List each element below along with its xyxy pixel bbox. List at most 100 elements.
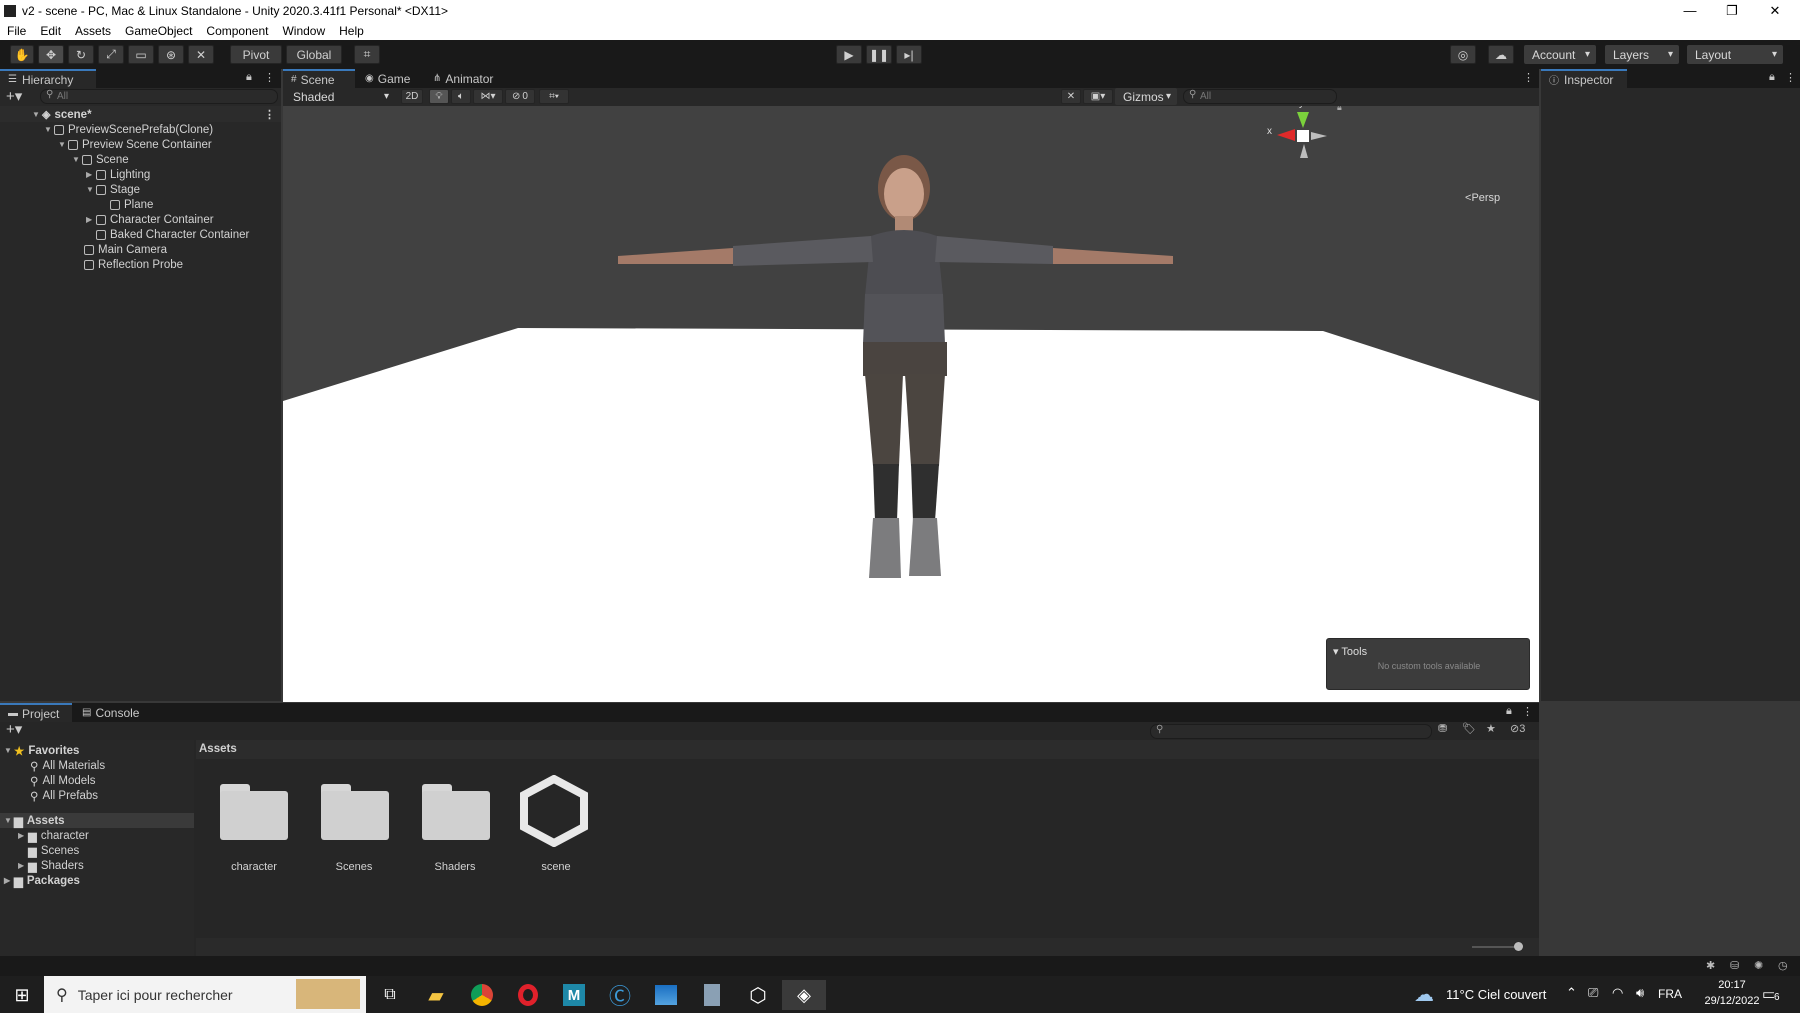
kebab-menu-icon[interactable]: ⋮ [1785,71,1796,84]
unity-hub-icon[interactable]: ⬡ [736,980,780,1010]
packages-folder[interactable]: ▶ ▆ Packages [4,873,80,888]
auto-generate-icon[interactable]: ◷ [1778,959,1788,972]
tab-inspector[interactable]: ⓘ Inspector [1541,69,1627,88]
add-button-icon[interactable]: +▾ [6,87,22,105]
layers-dropdown[interactable]: Layers [1605,45,1679,64]
create-button-icon[interactable]: +▾ [6,720,22,738]
hierarchy-item-baked-character-container[interactable]: Baked Character Container [0,227,280,242]
menu-assets[interactable]: Assets [68,24,118,38]
kebab-menu-icon[interactable]: ⋮ [264,71,275,84]
favorite-item-all-models[interactable]: ⚲ All Models [30,773,96,788]
tray-chevron-icon[interactable]: ⌃ [1566,985,1577,1001]
expand-arrow-icon[interactable]: ▼ [4,816,14,825]
m-app-icon[interactable]: M [552,980,596,1010]
tab-game[interactable]: ◉ Game [357,69,423,88]
hierarchy-item-scene-object[interactable]: ▼ Scene [0,152,280,167]
menu-file[interactable]: File [0,24,33,38]
asset-label-character[interactable]: character [204,861,304,873]
unity-scene-asset-icon[interactable] [518,775,590,847]
orientation-gizmo[interactable]: y x 🔒︎ [1267,106,1363,186]
layout-dropdown[interactable]: Layout [1687,45,1783,64]
windows-start-icon[interactable]: ⊞ [0,980,44,1010]
database-icon[interactable]: ⛁ [1730,959,1739,972]
gizmo-x-axis[interactable] [1277,129,1295,141]
hierarchy-item-scene[interactable]: ▼ ◈ scene* ⋮ [0,107,280,122]
zoom-slider-track[interactable] [1472,946,1516,948]
scene-kebab-icon[interactable]: ⋮ [264,108,275,121]
assets-folder-root[interactable]: ▼ ▆ Assets [4,813,65,828]
calculator-icon[interactable] [690,980,734,1010]
collapse-arrow-icon[interactable]: ▶ [86,170,96,179]
file-explorer-icon[interactable]: ▰ [414,980,458,1010]
perspective-label[interactable]: <Persp [1465,192,1500,204]
hierarchy-item-plane[interactable]: Plane [0,197,280,212]
c-app-icon[interactable]: Ⓒ [598,980,642,1010]
scale-tool-icon[interactable]: ⤢ [98,45,124,64]
assets-folder-shaders[interactable]: ▶ ▆ Shaders [18,858,84,873]
menu-window[interactable]: Window [275,24,332,38]
snap-grid-icon[interactable]: ⌗ [354,45,380,64]
wifi-icon[interactable]: ◠ [1612,985,1623,1001]
hierarchy-item-character-container[interactable]: ▶ Character Container [0,212,280,227]
hierarchy-search-input[interactable]: All [40,89,278,104]
cloud-icon[interactable]: ☁ [1488,45,1514,64]
expand-arrow-icon[interactable]: ▼ [4,746,14,755]
pause-button-icon[interactable]: ❚❚ [866,45,892,64]
asset-folder-icon-shaders[interactable] [422,784,490,840]
favorite-star-icon[interactable]: ★ [1486,722,1496,735]
tab-console[interactable]: ▤ Console [74,703,154,722]
scene-viewport[interactable]: y x 🔒︎ <Persp ▾ Tools No custom tools av… [283,106,1539,702]
asset-label-shaders[interactable]: Shaders [405,861,505,873]
lock-icon[interactable]: 🔒︎ [246,71,252,84]
hierarchy-item-preview-scene-container[interactable]: ▼ Preview Scene Container [0,137,280,152]
scene-kebab-icon[interactable]: ⋮ [1523,71,1534,84]
hierarchy-item-main-camera[interactable]: Main Camera [0,242,280,257]
kebab-menu-icon[interactable]: ⋮ [1522,705,1533,718]
effects-dropdown-icon[interactable]: ⋈▾ [473,89,503,104]
scene-search-input[interactable]: All [1183,89,1337,104]
expand-arrow-icon[interactable]: ▼ [58,140,68,149]
hierarchy-item-lighting[interactable]: ▶ Lighting [0,167,280,182]
expand-arrow-icon[interactable]: ▼ [44,125,54,134]
asset-folder-icon-character[interactable] [220,784,288,840]
play-button-icon[interactable]: ▶ [836,45,862,64]
close-button[interactable]: ✕ [1755,0,1795,21]
camera-dropdown-icon[interactable]: ▣▾ [1083,89,1113,104]
pivot-toggle[interactable]: Pivot [230,45,282,64]
hidden-packages-icon[interactable]: ⊘3 [1510,722,1525,735]
2d-toggle[interactable]: 2D [401,89,423,104]
assets-folder-character[interactable]: ▶ ▆ character [18,828,89,843]
asset-label-scene[interactable]: scene [506,861,606,873]
expand-arrow-icon[interactable]: ▼ [86,185,96,194]
lighting-progress-icon[interactable]: ✺ [1754,959,1763,972]
collapse-arrow-icon[interactable]: ▶ [4,876,14,885]
rect-tool-icon[interactable]: ▭ [128,45,154,64]
breadcrumb-assets[interactable]: Assets [199,743,237,755]
asset-label-scenes[interactable]: Scenes [304,861,404,873]
transform-tool-icon[interactable]: ⊛ [158,45,184,64]
tab-scene[interactable]: # Scene [283,69,355,88]
zoom-slider-handle[interactable] [1514,942,1523,951]
tab-hierarchy[interactable]: ☰ Hierarchy [0,69,96,88]
hierarchy-item-previewsceneprefab[interactable]: ▼ PreviewScenePrefab(Clone) [0,122,280,137]
filter-label-icon[interactable]: 🏷︎ [1462,722,1476,735]
menu-component[interactable]: Component [199,24,275,38]
rotate-tool-icon[interactable]: ↻ [68,45,94,64]
lighting-toggle-icon[interactable]: 💡︎ [429,89,449,104]
expand-arrow-icon[interactable]: ▼ [32,110,42,119]
global-toggle[interactable]: Global [286,45,342,64]
collab-icon[interactable]: ◎ [1450,45,1476,64]
favorites-header[interactable]: ▼ ★ Favorites [4,743,79,758]
taskbar-search-box[interactable]: ⚲ Taper ici pour rechercher [44,976,366,1013]
menu-gameobject[interactable]: GameObject [118,24,199,38]
menu-help[interactable]: Help [332,24,371,38]
project-search-input[interactable] [1150,724,1432,739]
favorite-item-all-materials[interactable]: ⚲ All Materials [30,758,105,773]
tab-animator[interactable]: ⋔ Animator [425,69,511,88]
gizmo-center-cube[interactable] [1297,130,1309,142]
step-button-icon[interactable]: ▸| [896,45,922,64]
assets-folder-scenes[interactable]: ▆ Scenes [18,843,79,858]
collapse-arrow-icon[interactable]: ▶ [18,831,28,840]
lock-icon[interactable]: 🔒︎ [1506,705,1512,718]
usb-icon[interactable]: ⎚ [1588,985,1598,1001]
